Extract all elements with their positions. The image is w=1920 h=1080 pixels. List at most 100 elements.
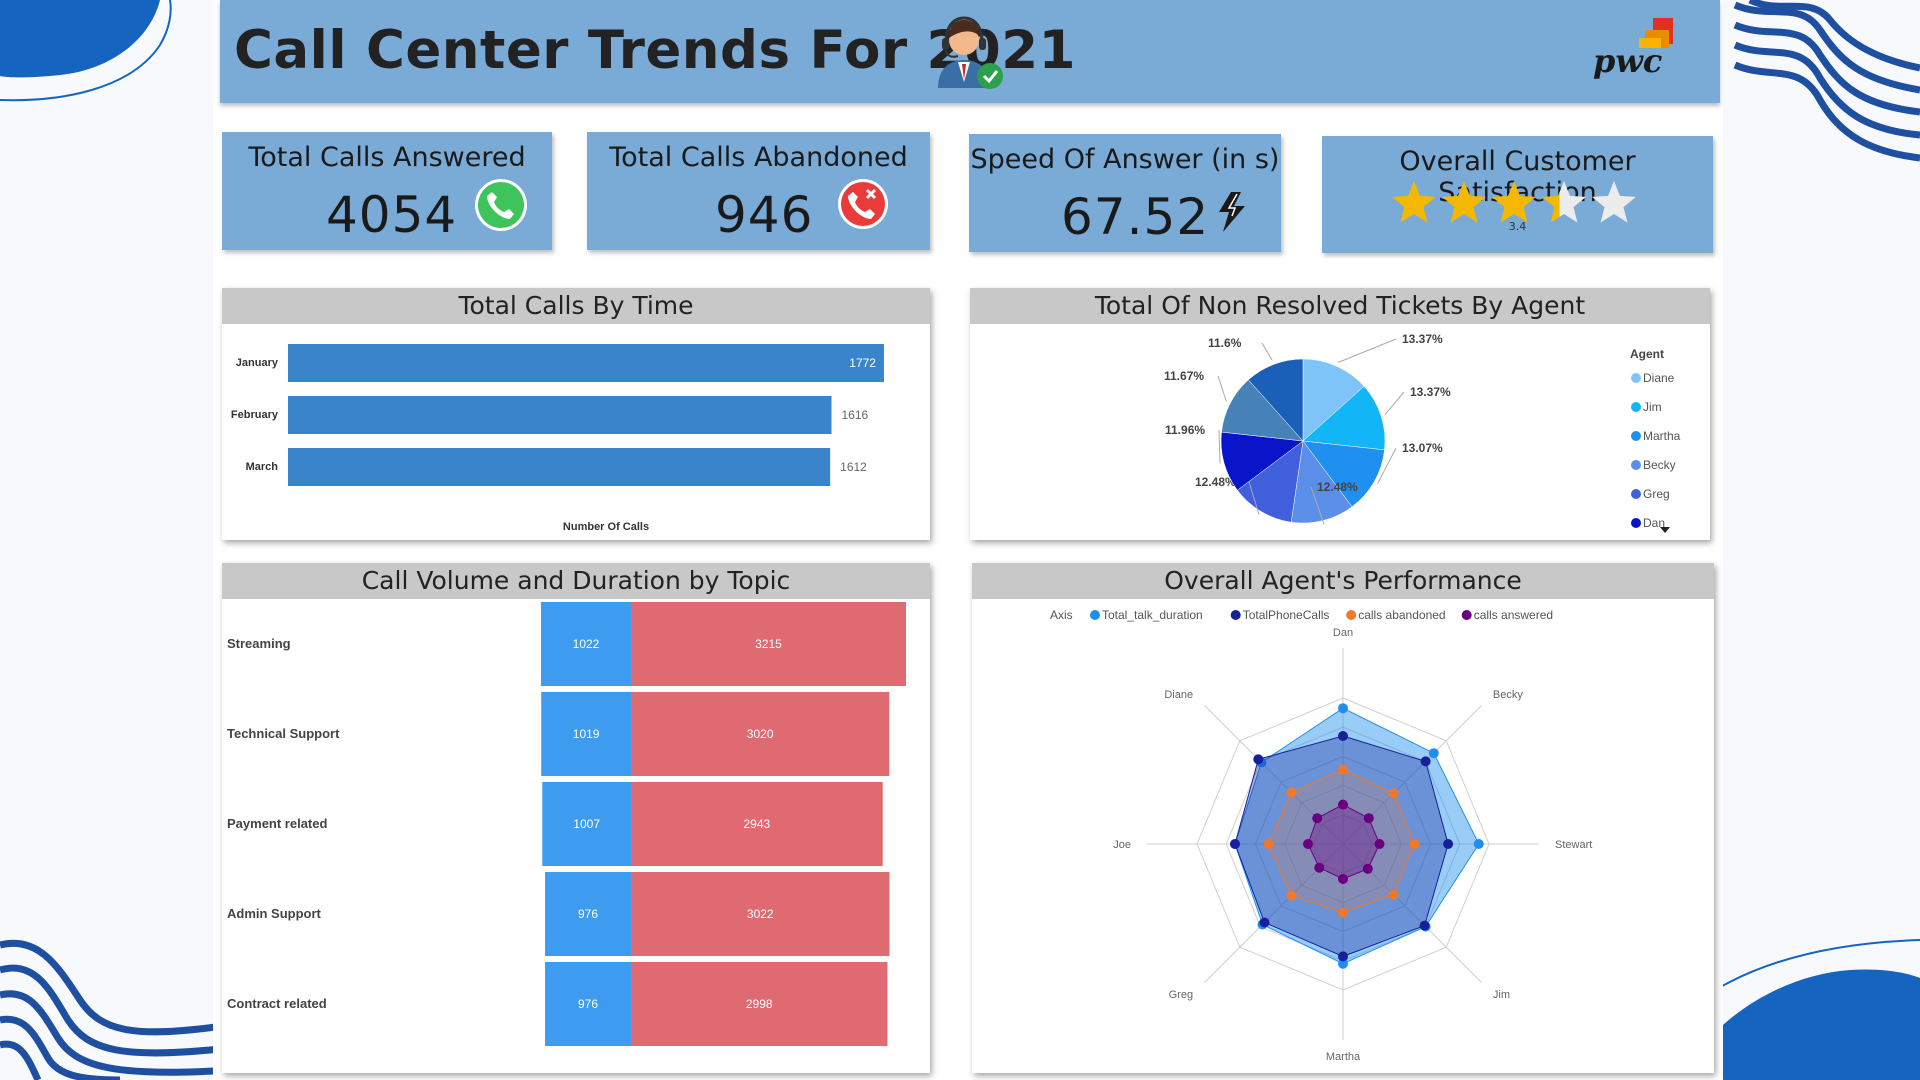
leader-line [1217,375,1227,402]
radar-axis-label: Stewart [1555,839,1592,851]
legend-item[interactable]: TotalPhoneCalls [1243,608,1330,622]
bar-chart-calls-by-time: January 1772 February 1616 March 1612 Number O… [231,344,884,533]
pwc-logo: pwc [1593,16,1693,86]
legend-item[interactable]: Greg [1643,487,1670,501]
leader-line [1261,342,1273,361]
slice-label: 12.48% [1317,480,1358,494]
legend-marker [1461,610,1472,620]
chart-title: Total Of Non Resolved Tickets By Agent [970,288,1710,324]
radar-point[interactable] [1419,920,1430,931]
volume-label: 1019 [573,727,600,741]
radar-point[interactable] [1409,839,1420,849]
bar[interactable] [288,344,884,382]
star-icon [1442,181,1486,223]
bar-chart-volume-duration: Streaming 1022 3215 Technical Support 1019 30… [227,602,906,1046]
radar-point[interactable] [1388,889,1399,900]
duration-label: 3022 [747,907,774,921]
radar-point[interactable] [1374,839,1385,849]
radar-point[interactable] [1338,907,1348,918]
volume-label: 976 [578,997,598,1011]
radar-point[interactable] [1259,917,1270,928]
star-icon [1592,181,1636,223]
volume-label: 976 [578,907,598,921]
bar[interactable] [288,396,832,434]
topic-label: Contract related [227,996,327,1011]
data-label: 1616 [842,408,869,422]
radar-point[interactable] [1338,874,1348,884]
radar-point[interactable] [1443,839,1454,849]
kpi-label: Total Calls Answered [248,142,526,173]
duration-label: 3215 [755,637,782,651]
kpi-label: Speed Of Answer (in s) [970,144,1280,175]
radar-point[interactable] [1388,788,1399,799]
decorative-wave-bottom-left [0,939,230,1080]
y-tick-label: January [236,357,279,369]
legend-item[interactable]: Jim [1643,400,1662,414]
radar-axis-label: Martha [1326,1051,1361,1063]
legend-title: Axis [1050,608,1073,622]
legend-item[interactable]: Martha [1643,429,1681,443]
radar-axis-label: Greg [1169,989,1193,1001]
radar-chart-agent-performance: Axis Total_talk_duration TotalPhoneCalls ca… [1050,608,1592,1063]
radar-point[interactable] [1363,813,1374,824]
leader-line [1218,429,1221,464]
legend-item[interactable]: Total_talk_duration [1102,608,1203,622]
radar-point[interactable] [1230,839,1240,849]
legend-item[interactable]: Diane [1643,371,1675,385]
legend-item[interactable]: Becky [1643,458,1676,472]
radar-axis-label: Dan [1333,627,1353,639]
panel-non-resolved-tickets: Total Of Non Resolved Tickets By Agent 1… [970,288,1710,540]
leader-line [1384,391,1405,416]
radar-point[interactable] [1362,863,1373,874]
kpi-value: 4054 [326,186,458,244]
radar-point[interactable] [1338,731,1348,741]
y-tick-label: March [246,461,279,473]
legend-item[interactable]: calls abandoned [1358,608,1445,622]
kpi-overall-customer-satisfaction: Overall Customer Satisfaction 3.4 [1322,136,1713,253]
decorative-wave-top-right [1733,0,1920,162]
y-tick-label: February [231,409,279,421]
duration-label: 3020 [747,727,774,741]
phone-missed-icon [838,179,888,229]
legend-item[interactable]: calls answered [1474,608,1553,622]
radar-point[interactable] [1286,787,1297,798]
slice-label: 13.37% [1410,385,1451,399]
topic-label: Streaming [227,636,291,651]
radar-point[interactable] [1338,703,1348,714]
radar-point[interactable] [1473,839,1484,849]
kpi-value: 946 [715,186,814,244]
lightning-icon [1219,192,1245,232]
phone-answered-icon [475,179,527,231]
radar-point[interactable] [1338,764,1348,775]
radar-point[interactable] [1253,754,1264,765]
slice-label: 11.67% [1164,369,1204,383]
legend-marker [1090,610,1100,620]
decorative-wave-top-left [0,0,172,102]
radar-point[interactable] [1263,839,1274,849]
legend-marker [1631,402,1641,412]
duration-label: 2943 [744,817,771,831]
bar[interactable] [288,448,831,486]
legend-title: Agent [1630,347,1664,361]
star-icon [1392,181,1436,223]
radar-point[interactable] [1314,862,1325,873]
chart-title: Total Calls By Time [222,288,930,324]
kpi-label: Total Calls Abandoned [609,142,908,173]
duration-label: 2998 [746,997,773,1011]
legend-marker [1230,610,1241,620]
radar-point[interactable] [1428,748,1439,759]
radar-point[interactable] [1338,951,1348,962]
pie-chart-tickets-by-agent: 13.37%13.37%13.07%12.48%12.48%11.96%11.6… [1164,332,1681,533]
radar-point[interactable] [1312,813,1323,824]
legend-scroll-down-icon[interactable] [1660,527,1670,533]
radar-point[interactable] [1420,756,1431,767]
radar-point[interactable] [1286,890,1297,901]
star-icon [1492,181,1536,223]
chart-title: Overall Agent's Performance [972,563,1714,599]
topic-label: Payment related [227,816,327,831]
radar-point[interactable] [1303,839,1313,849]
slice-label: 13.07% [1402,441,1443,455]
radar-point[interactable] [1338,799,1348,810]
kpi-total-calls-answered: Total Calls Answered 4054 [222,132,552,250]
radar-axis-label: Diane [1164,689,1193,701]
